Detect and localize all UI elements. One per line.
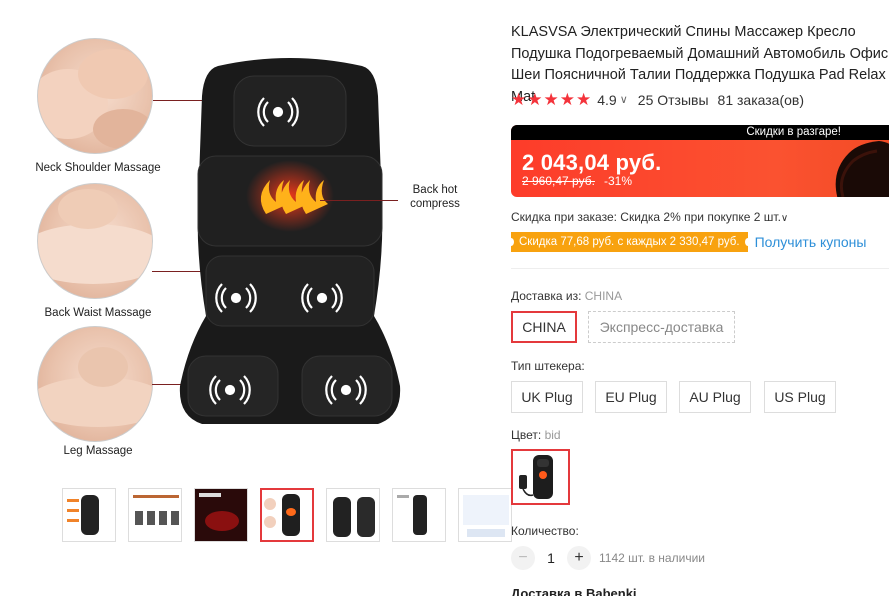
neck-massage-image [37, 38, 153, 154]
back-hot-compress-label: Back hot compress [410, 184, 460, 210]
leg-massage-image [37, 326, 153, 442]
neck-massage-label: Neck Shoulder Massage [35, 162, 161, 174]
delivery-heading: Доставка в Babenki [511, 586, 637, 596]
quantity-stepper: − 1 + 1142 шт. в наличии [511, 546, 705, 570]
order-discount[interactable]: Скидка при заказе: Скидка 2% при покупке… [511, 210, 788, 224]
ship-option-china[interactable]: CHINA [511, 311, 577, 343]
promo-decoration [835, 141, 889, 197]
back-waist-massage-image [37, 183, 153, 299]
plug-option-us[interactable]: US Plug [764, 381, 836, 413]
back-waist-massage-label: Back Waist Massage [44, 307, 152, 319]
thumbnail-7[interactable] [458, 488, 512, 542]
massage-cushion-image [179, 58, 401, 424]
rating-value[interactable]: 4.9 [597, 92, 616, 108]
old-price: 2 960,47 руб. [522, 174, 595, 188]
coupon-row: Скидка 77,68 руб. с каждых 2 330,47 руб.… [508, 232, 867, 252]
ship-from-label: Доставка из: CHINA [511, 289, 623, 303]
color-swatch-image [519, 455, 553, 499]
current-price: 2 043,04 руб. [522, 150, 662, 175]
thumbnail-1[interactable] [62, 488, 116, 542]
get-coupons-link[interactable]: Получить купоны [755, 234, 867, 250]
color-option-bid[interactable] [511, 449, 570, 505]
color-label: Цвет: bid [511, 428, 561, 442]
rating-stars: ★ ★ ★ ★ ★ [511, 91, 591, 108]
thumbnail-6[interactable] [392, 488, 446, 542]
chevron-down-icon[interactable]: ∨ [620, 93, 628, 106]
hot-pointer-line [320, 200, 398, 201]
quantity-input[interactable]: 1 [535, 550, 567, 566]
stock-count: 1142 шт. в наличии [599, 551, 705, 565]
quantity-decrease-button[interactable]: − [511, 546, 535, 570]
star-icon: ★ [576, 90, 592, 109]
ship-option-express[interactable]: Экспресс-доставка [588, 311, 735, 343]
star-icon: ★ [527, 90, 543, 109]
leg-massage-label: Leg Massage [63, 445, 133, 457]
plug-option-au[interactable]: AU Plug [679, 381, 751, 413]
plug-option-eu[interactable]: EU Plug [595, 381, 667, 413]
quantity-increase-button[interactable]: + [567, 546, 591, 570]
product-gallery: Neck Shoulder Massage Back Waist Massage… [0, 0, 512, 596]
star-icon: ★ [559, 90, 575, 109]
thumbnail-3[interactable] [194, 488, 248, 542]
reviews-count[interactable]: 25 Отзывы [638, 92, 709, 108]
thumbnail-4[interactable] [260, 488, 314, 542]
star-icon: ★ [511, 90, 527, 109]
thumbnail-5[interactable] [326, 488, 380, 542]
plug-option-uk[interactable]: UK Plug [511, 381, 583, 413]
orders-count: 81 заказа(ов) [717, 91, 805, 108]
plug-type-label: Тип штекера: [511, 359, 585, 373]
star-icon: ★ [543, 90, 559, 109]
discount-percent: -31% [604, 174, 633, 188]
coupon-tag: Скидка 77,68 руб. с каждых 2 330,47 руб. [508, 232, 751, 252]
thumbnail-strip [62, 488, 512, 542]
thumbnail-2[interactable] [128, 488, 182, 542]
price-banner: Скидки в разгаре! 2 043,04 руб. 2 960,47… [511, 125, 889, 197]
divider [511, 268, 889, 269]
quantity-label: Количество: [511, 524, 579, 538]
chevron-down-icon: ∨ [780, 213, 789, 224]
rating-row: ★ ★ ★ ★ ★ 4.9 ∨ 25 Отзывы 81 заказа(ов) [511, 91, 804, 108]
